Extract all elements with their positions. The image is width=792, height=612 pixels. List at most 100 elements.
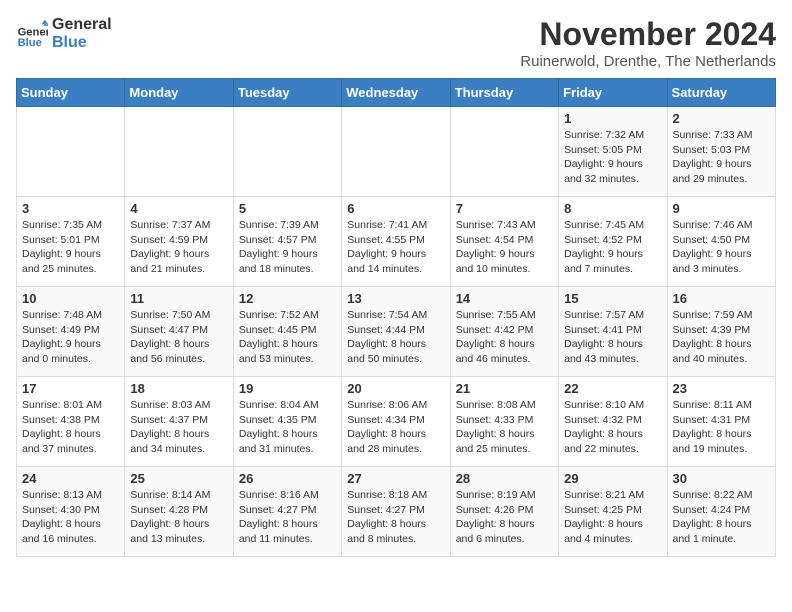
- weekday-header: Tuesday: [233, 79, 341, 107]
- day-info: Sunrise: 8:06 AM Sunset: 4:34 PM Dayligh…: [347, 398, 444, 457]
- calendar-cell: 20 Sunrise: 8:06 AM Sunset: 4:34 PM Dayli…: [342, 377, 450, 467]
- day-info: Sunrise: 7:32 AM Sunset: 5:05 PM Dayligh…: [564, 128, 661, 187]
- logo-general: General: [52, 16, 112, 34]
- day-number: 9: [673, 201, 770, 216]
- day-number: 20: [347, 381, 444, 396]
- weekday-header: Sunday: [17, 79, 125, 107]
- calendar-cell: 8 Sunrise: 7:45 AM Sunset: 4:52 PM Daylig…: [559, 197, 667, 287]
- day-number: 28: [456, 471, 553, 486]
- day-info: Sunrise: 8:13 AM Sunset: 4:30 PM Dayligh…: [22, 488, 119, 547]
- day-number: 14: [456, 291, 553, 306]
- day-info: Sunrise: 8:18 AM Sunset: 4:27 PM Dayligh…: [347, 488, 444, 547]
- day-info: Sunrise: 7:35 AM Sunset: 5:01 PM Dayligh…: [22, 218, 119, 277]
- day-info: Sunrise: 8:22 AM Sunset: 4:24 PM Dayligh…: [673, 488, 770, 547]
- calendar-cell: 9Sunrise: 7:46 AM Sunset: 4:50 PM Daylig…: [667, 197, 775, 287]
- calendar-cell: 11 Sunrise: 7:50 AM Sunset: 4:47 PM Dayli…: [125, 287, 233, 377]
- calendar-cell: 26 Sunrise: 8:16 AM Sunset: 4:27 PM Dayli…: [233, 467, 341, 557]
- day-info: Sunrise: 7:54 AM Sunset: 4:44 PM Dayligh…: [347, 308, 444, 367]
- calendar-cell: 25 Sunrise: 8:14 AM Sunset: 4:28 PM Dayli…: [125, 467, 233, 557]
- calendar-cell: [125, 107, 233, 197]
- calendar-cell: 4Sunrise: 7:37 AM Sunset: 4:59 PM Daylig…: [125, 197, 233, 287]
- logo: General Blue General Blue: [16, 16, 112, 51]
- calendar-cell: 16 Sunrise: 7:59 AM Sunset: 4:39 PM Dayli…: [667, 287, 775, 377]
- calendar-cell: 29 Sunrise: 8:21 AM Sunset: 4:25 PM Dayli…: [559, 467, 667, 557]
- calendar-table: SundayMondayTuesdayWednesdayThursdayFrid…: [16, 78, 776, 557]
- day-number: 13: [347, 291, 444, 306]
- day-info: Sunrise: 8:01 AM Sunset: 4:38 PM Dayligh…: [22, 398, 119, 457]
- day-number: 26: [239, 471, 336, 486]
- calendar-cell: [342, 107, 450, 197]
- calendar-cell: 22 Sunrise: 8:10 AM Sunset: 4:32 PM Dayli…: [559, 377, 667, 467]
- day-number: 10: [22, 291, 119, 306]
- day-number: 2: [673, 111, 770, 126]
- calendar-cell: 6 Sunrise: 7:41 AM Sunset: 4:55 PM Daylig…: [342, 197, 450, 287]
- day-number: 11: [130, 291, 227, 306]
- calendar-cell: 15 Sunrise: 7:57 AM Sunset: 4:41 PM Dayli…: [559, 287, 667, 377]
- day-info: Sunrise: 7:39 AM Sunset: 4:57 PM Dayligh…: [239, 218, 336, 277]
- calendar-cell: 1 Sunrise: 7:32 AM Sunset: 5:05 PM Daylig…: [559, 107, 667, 197]
- svg-text:Blue: Blue: [18, 37, 42, 49]
- weekday-header: Wednesday: [342, 79, 450, 107]
- day-number: 8: [564, 201, 661, 216]
- day-info: Sunrise: 8:04 AM Sunset: 4:35 PM Dayligh…: [239, 398, 336, 457]
- day-number: 27: [347, 471, 444, 486]
- calendar-cell: 7 Sunrise: 7:43 AM Sunset: 4:54 PM Daylig…: [450, 197, 558, 287]
- month-title: November 2024: [520, 16, 776, 53]
- day-number: 12: [239, 291, 336, 306]
- calendar-cell: 12Sunrise: 7:52 AM Sunset: 4:45 PM Dayli…: [233, 287, 341, 377]
- weekday-header: Monday: [125, 79, 233, 107]
- calendar-cell: [17, 107, 125, 197]
- day-info: Sunrise: 8:14 AM Sunset: 4:28 PM Dayligh…: [130, 488, 227, 547]
- day-info: Sunrise: 8:21 AM Sunset: 4:25 PM Dayligh…: [564, 488, 661, 547]
- day-number: 23: [673, 381, 770, 396]
- calendar-cell: 24Sunrise: 8:13 AM Sunset: 4:30 PM Dayli…: [17, 467, 125, 557]
- day-info: Sunrise: 8:10 AM Sunset: 4:32 PM Dayligh…: [564, 398, 661, 457]
- day-number: 22: [564, 381, 661, 396]
- day-info: Sunrise: 7:45 AM Sunset: 4:52 PM Dayligh…: [564, 218, 661, 277]
- calendar-cell: 2 Sunrise: 7:33 AM Sunset: 5:03 PM Daylig…: [667, 107, 775, 197]
- location-subtitle: Ruinerwold, Drenthe, The Netherlands: [520, 53, 776, 70]
- day-info: Sunrise: 7:50 AM Sunset: 4:47 PM Dayligh…: [130, 308, 227, 367]
- calendar-cell: 17Sunrise: 8:01 AM Sunset: 4:38 PM Dayli…: [17, 377, 125, 467]
- day-number: 1: [564, 111, 661, 126]
- day-number: 29: [564, 471, 661, 486]
- day-number: 18: [130, 381, 227, 396]
- day-info: Sunrise: 7:59 AM Sunset: 4:39 PM Dayligh…: [673, 308, 770, 367]
- weekday-header: Thursday: [450, 79, 558, 107]
- day-number: 21: [456, 381, 553, 396]
- day-info: Sunrise: 7:48 AM Sunset: 4:49 PM Dayligh…: [22, 308, 119, 367]
- calendar-cell: 28 Sunrise: 8:19 AM Sunset: 4:26 PM Dayli…: [450, 467, 558, 557]
- calendar-cell: 14 Sunrise: 7:55 AM Sunset: 4:42 PM Dayli…: [450, 287, 558, 377]
- day-info: Sunrise: 7:41 AM Sunset: 4:55 PM Dayligh…: [347, 218, 444, 277]
- day-number: 15: [564, 291, 661, 306]
- calendar-cell: 30 Sunrise: 8:22 AM Sunset: 4:24 PM Dayli…: [667, 467, 775, 557]
- day-info: Sunrise: 7:43 AM Sunset: 4:54 PM Dayligh…: [456, 218, 553, 277]
- calendar-cell: 18 Sunrise: 8:03 AM Sunset: 4:37 PM Dayli…: [125, 377, 233, 467]
- weekday-header: Friday: [559, 79, 667, 107]
- day-info: Sunrise: 8:16 AM Sunset: 4:27 PM Dayligh…: [239, 488, 336, 547]
- day-number: 25: [130, 471, 227, 486]
- day-number: 7: [456, 201, 553, 216]
- day-info: Sunrise: 7:55 AM Sunset: 4:42 PM Dayligh…: [456, 308, 553, 367]
- calendar-cell: 21Sunrise: 8:08 AM Sunset: 4:33 PM Dayli…: [450, 377, 558, 467]
- day-number: 5: [239, 201, 336, 216]
- calendar-cell: 10 Sunrise: 7:48 AM Sunset: 4:49 PM Dayli…: [17, 287, 125, 377]
- day-number: 16: [673, 291, 770, 306]
- calendar-cell: [233, 107, 341, 197]
- day-info: Sunrise: 8:03 AM Sunset: 4:37 PM Dayligh…: [130, 398, 227, 457]
- calendar-cell: 13 Sunrise: 7:54 AM Sunset: 4:44 PM Dayli…: [342, 287, 450, 377]
- day-number: 6: [347, 201, 444, 216]
- day-info: Sunrise: 7:33 AM Sunset: 5:03 PM Dayligh…: [673, 128, 770, 187]
- day-info: Sunrise: 7:57 AM Sunset: 4:41 PM Dayligh…: [564, 308, 661, 367]
- day-info: Sunrise: 7:37 AM Sunset: 4:59 PM Dayligh…: [130, 218, 227, 277]
- calendar-cell: 27 Sunrise: 8:18 AM Sunset: 4:27 PM Dayli…: [342, 467, 450, 557]
- day-number: 30: [673, 471, 770, 486]
- day-number: 3: [22, 201, 119, 216]
- calendar-cell: 19Sunrise: 8:04 AM Sunset: 4:35 PM Dayli…: [233, 377, 341, 467]
- logo-icon: General Blue: [16, 18, 48, 50]
- calendar-cell: 5 Sunrise: 7:39 AM Sunset: 4:57 PM Daylig…: [233, 197, 341, 287]
- logo-blue: Blue: [52, 34, 112, 52]
- day-info: Sunrise: 8:19 AM Sunset: 4:26 PM Dayligh…: [456, 488, 553, 547]
- day-info: Sunrise: 8:11 AM Sunset: 4:31 PM Dayligh…: [673, 398, 770, 457]
- title-area: November 2024 Ruinerwold, Drenthe, The N…: [520, 16, 776, 70]
